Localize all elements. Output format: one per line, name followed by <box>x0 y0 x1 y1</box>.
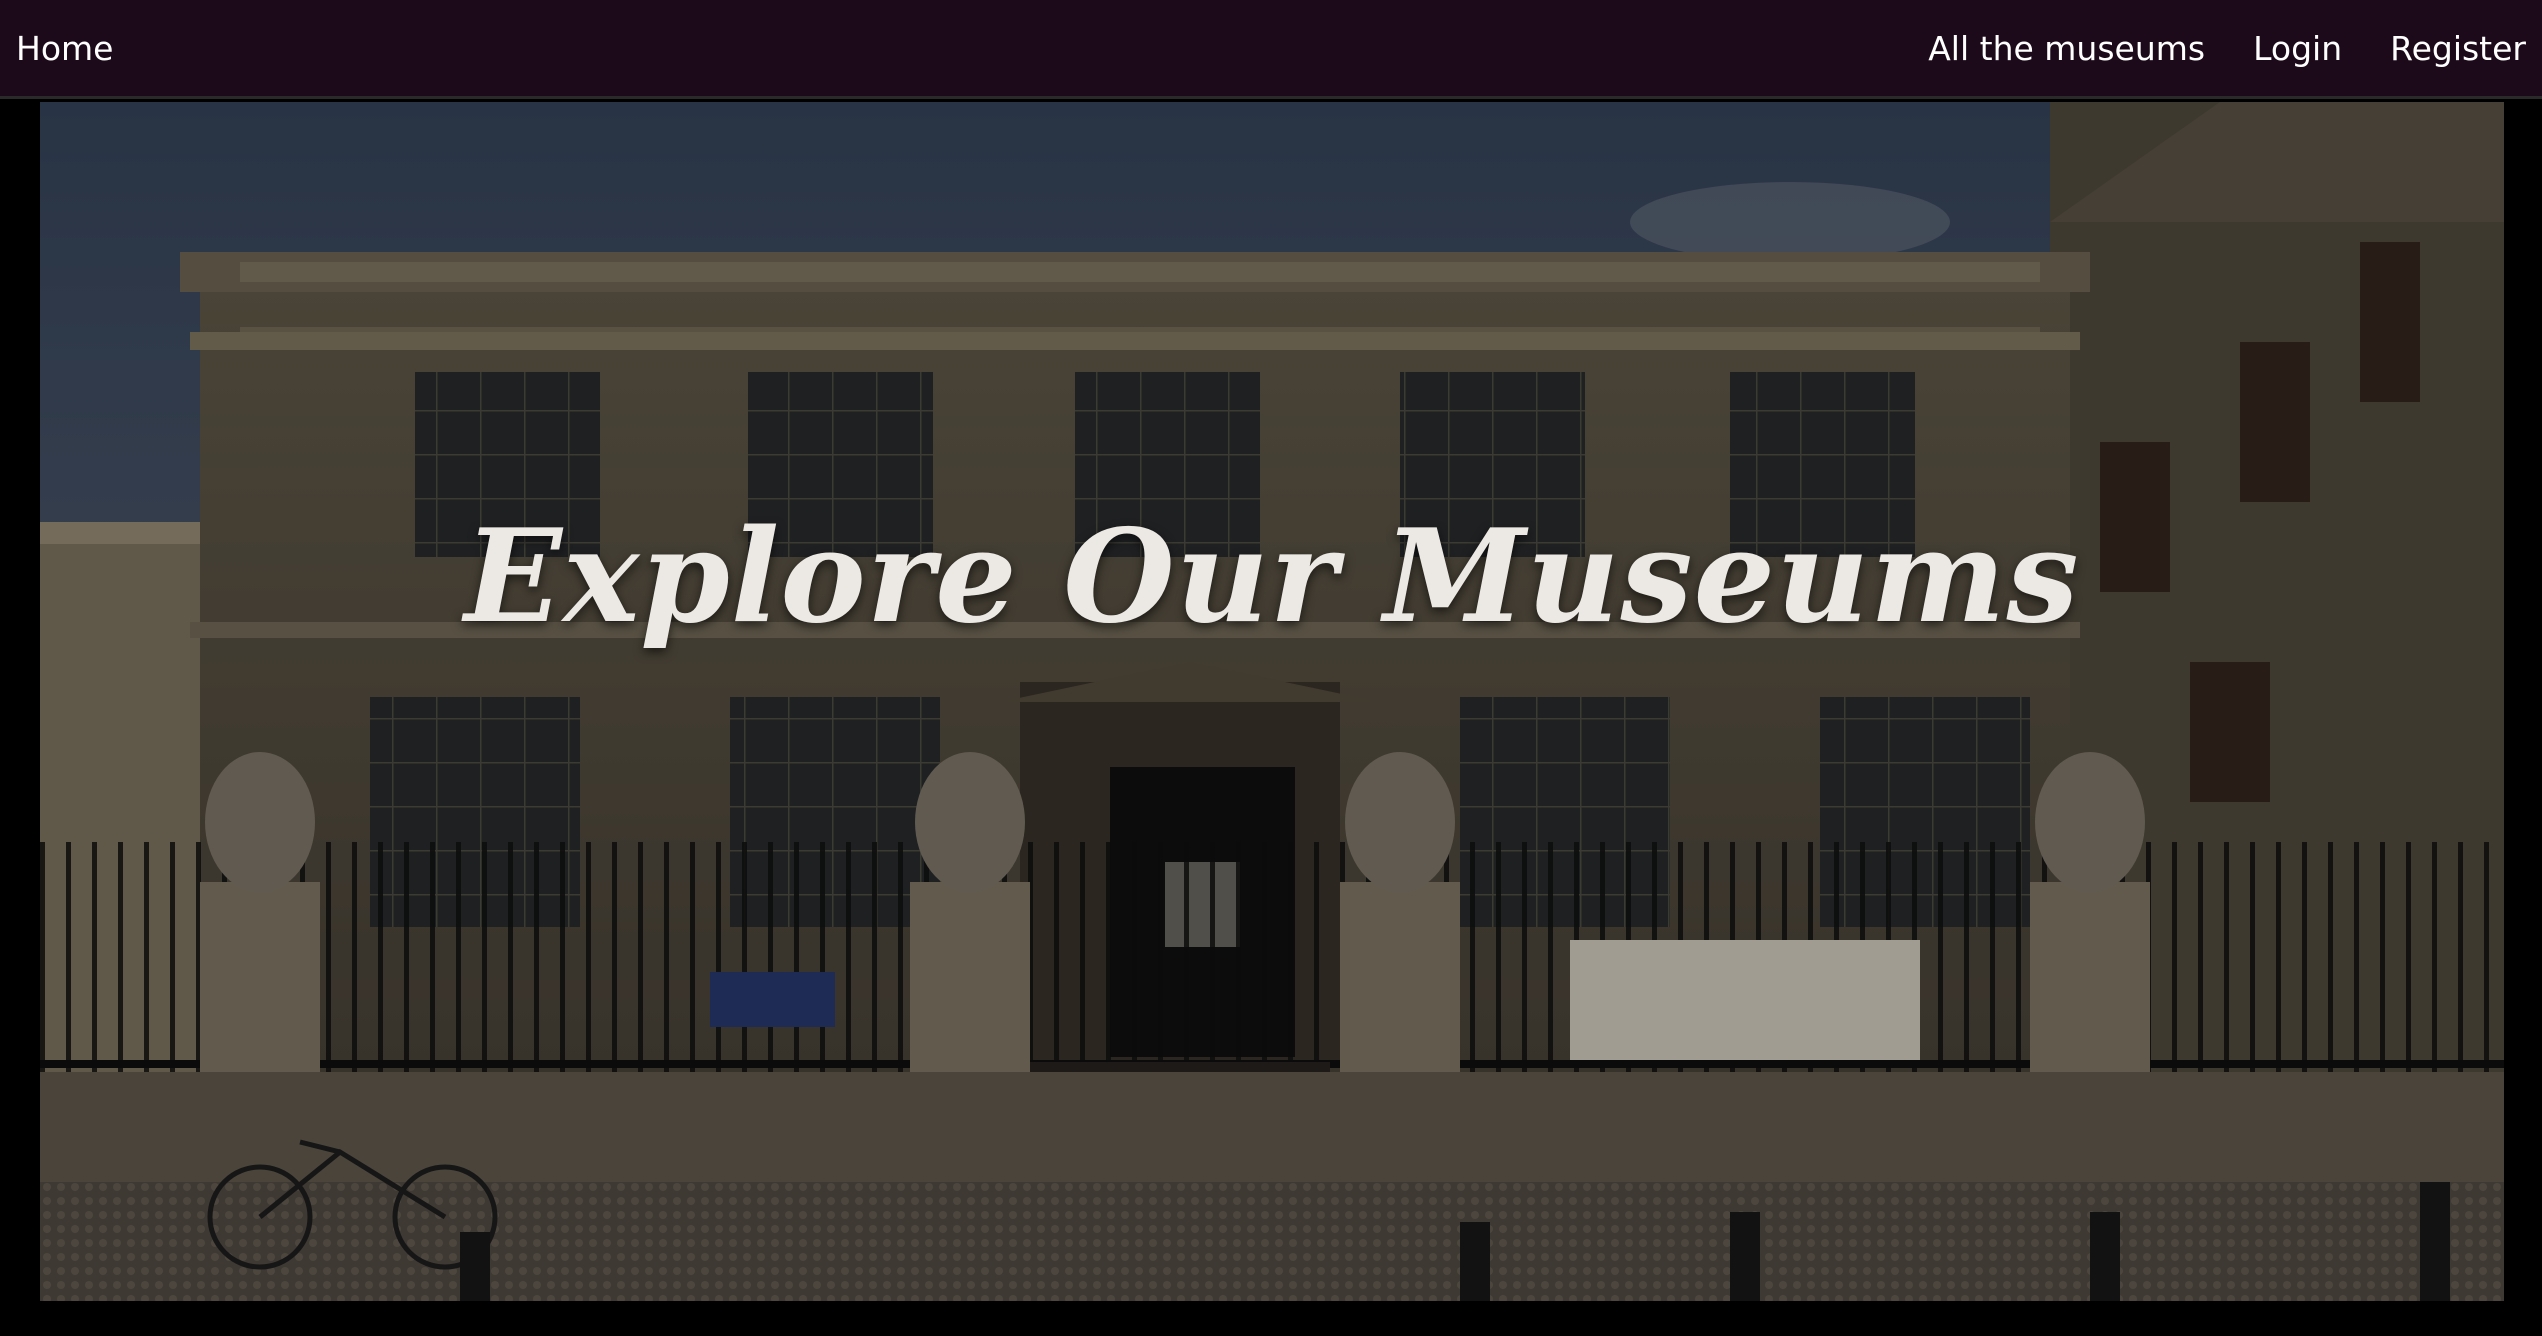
nav-right-group: All the museums Login Register <box>1928 29 2526 68</box>
hero-section: Explore Our Museums <box>40 102 2504 1301</box>
nav-all-museums-link[interactable]: All the museums <box>1928 29 2205 68</box>
hero-dark-overlay <box>40 102 2504 1301</box>
nav-register-link[interactable]: Register <box>2390 29 2526 68</box>
nav-home-link[interactable]: Home <box>16 29 113 68</box>
top-navbar: Home All the museums Login Register <box>0 0 2542 99</box>
nav-login-link[interactable]: Login <box>2253 29 2342 68</box>
hero-title: Explore Our Museums <box>464 502 2080 652</box>
